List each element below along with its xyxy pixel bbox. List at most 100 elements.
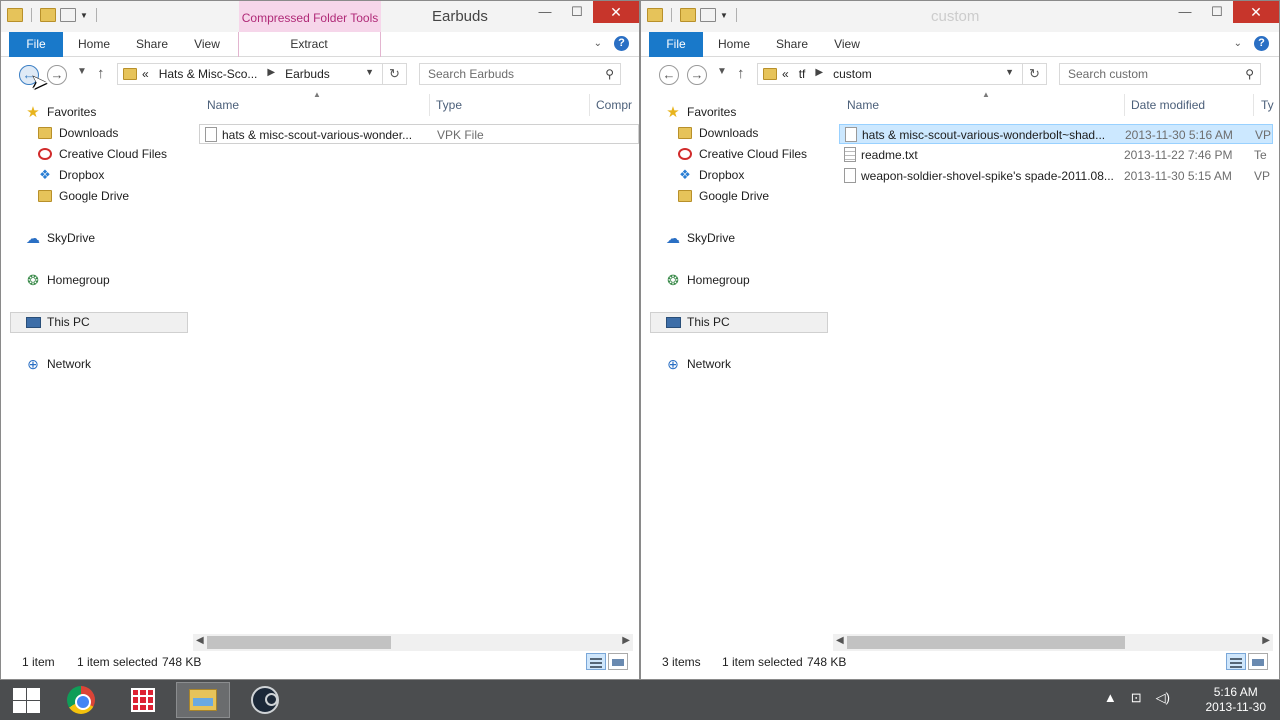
recent-locations-icon[interactable]: ▼ (717, 66, 727, 77)
search-icon[interactable]: ⚲ (1245, 67, 1254, 81)
search-box[interactable]: ⚲ (419, 63, 621, 85)
nav-network[interactable]: ⊕ Network (665, 354, 731, 374)
scrollbar-thumb[interactable] (847, 636, 1125, 649)
breadcrumb-tf[interactable]: tf (799, 67, 806, 81)
new-folder-icon[interactable] (700, 8, 716, 22)
minimize-button[interactable]: — (529, 1, 561, 23)
search-input[interactable] (420, 64, 590, 84)
network-status-icon[interactable]: ⊡ (1131, 690, 1142, 706)
nav-dropbox[interactable]: ❖ Dropbox (677, 165, 744, 185)
start-button[interactable] (0, 682, 54, 718)
file-explorer-taskbar-button[interactable] (176, 682, 230, 718)
column-name[interactable]: Name (847, 98, 879, 112)
forward-button[interactable]: → (687, 65, 707, 85)
file-row[interactable]: hats & misc-scout-various-wonderbolt~sha… (839, 124, 1273, 144)
tab-view[interactable]: View (829, 32, 865, 57)
nav-network[interactable]: ⊕ Network (25, 354, 91, 374)
scroll-left-icon[interactable]: ◀ (196, 635, 204, 646)
nav-homegroup[interactable]: ❂ Homegroup (665, 270, 750, 290)
large-icons-view-button[interactable] (608, 653, 628, 670)
scrollbar-thumb[interactable] (207, 636, 391, 649)
show-hidden-icons-icon[interactable]: ▲ (1104, 690, 1117, 706)
volume-icon[interactable]: ◁) (1156, 690, 1170, 706)
chevron-down-icon[interactable]: ▼ (80, 11, 88, 20)
column-date-modified[interactable]: Date modified (1131, 98, 1205, 112)
chevron-down-icon[interactable]: ▼ (720, 11, 728, 20)
up-button[interactable]: ↑ (737, 65, 745, 82)
nav-this-pc[interactable]: This PC (25, 312, 90, 332)
tab-home[interactable]: Home (714, 32, 754, 57)
nav-this-pc[interactable]: This PC (665, 312, 730, 332)
properties-icon[interactable] (40, 8, 56, 22)
nav-google-drive[interactable]: Google Drive (37, 186, 129, 206)
help-icon[interactable]: ? (614, 36, 629, 51)
maximize-button[interactable]: ☐ (561, 1, 593, 23)
nav-skydrive[interactable]: ☁ SkyDrive (25, 228, 95, 248)
up-button[interactable]: ↑ (97, 65, 105, 82)
nav-favorites[interactable]: ★ Favorites (25, 102, 96, 122)
horizontal-scrollbar[interactable]: ◀ ▶ (193, 634, 633, 651)
chevron-right-icon[interactable]: ▶ (267, 67, 275, 81)
tab-file[interactable]: File (649, 32, 703, 57)
maximize-button[interactable]: ☐ (1201, 1, 1233, 23)
tab-share[interactable]: Share (131, 32, 173, 57)
nav-downloads[interactable]: Downloads (677, 123, 758, 143)
chevron-right-icon[interactable]: ▶ (815, 67, 823, 81)
chevron-down-icon[interactable]: ▼ (365, 67, 374, 77)
column-type[interactable]: Type (436, 98, 462, 112)
compressed-folder-tools-tab[interactable]: Compressed Folder Tools (239, 1, 381, 32)
back-button[interactable]: ← (659, 65, 679, 85)
breadcrumb-overflow[interactable]: « (782, 67, 789, 81)
details-view-button[interactable] (586, 653, 606, 670)
breadcrumb-earbuds[interactable]: Earbuds (285, 67, 330, 81)
expand-ribbon-icon[interactable]: ⌄ (1234, 38, 1242, 49)
tab-extract[interactable]: Extract (281, 32, 337, 57)
apps-taskbar-button[interactable] (116, 682, 170, 718)
column-compressed[interactable]: Compr (596, 98, 632, 112)
horizontal-scrollbar[interactable]: ◀ ▶ (833, 634, 1273, 651)
forward-button[interactable]: → (47, 65, 67, 85)
nav-google-drive[interactable]: Google Drive (677, 186, 769, 206)
expand-ribbon-icon[interactable]: ⌄ (594, 38, 602, 49)
search-input[interactable] (1060, 64, 1230, 84)
close-button[interactable]: ✕ (1233, 1, 1279, 23)
address-bar[interactable]: « tf ▶ custom ▼ ↻ (757, 63, 1047, 85)
refresh-icon[interactable]: ↻ (382, 64, 406, 84)
file-row[interactable]: weapon-soldier-shovel-spike's spade-2011… (839, 166, 1273, 186)
nav-dropbox[interactable]: ❖ Dropbox (37, 165, 104, 185)
column-name[interactable]: Name (207, 98, 239, 112)
nav-downloads[interactable]: Downloads (37, 123, 118, 143)
chrome-taskbar-button[interactable] (54, 682, 108, 718)
details-view-button[interactable] (1226, 653, 1246, 670)
nav-favorites[interactable]: ★ Favorites (665, 102, 736, 122)
scroll-right-icon[interactable]: ▶ (1262, 635, 1270, 646)
column-type[interactable]: Ty (1261, 98, 1274, 112)
scroll-right-icon[interactable]: ▶ (622, 635, 630, 646)
search-box[interactable]: ⚲ (1059, 63, 1261, 85)
tab-file[interactable]: File (9, 32, 63, 57)
tab-view[interactable]: View (189, 32, 225, 57)
nav-creative-cloud[interactable]: Creative Cloud Files (677, 144, 807, 164)
minimize-button[interactable]: — (1169, 1, 1201, 23)
nav-creative-cloud[interactable]: Creative Cloud Files (37, 144, 167, 164)
new-folder-icon[interactable] (60, 8, 76, 22)
chevron-down-icon[interactable]: ▼ (1005, 67, 1014, 77)
refresh-icon[interactable]: ↻ (1022, 64, 1046, 84)
close-button[interactable]: ✕ (593, 1, 639, 23)
file-row[interactable]: readme.txt 2013-11-22 7:46 PM Te (839, 145, 1273, 165)
nav-homegroup[interactable]: ❂ Homegroup (25, 270, 110, 290)
tab-home[interactable]: Home (74, 32, 114, 57)
system-clock[interactable]: 5:16 AM 2013-11-30 (1206, 685, 1267, 715)
properties-icon[interactable] (680, 8, 696, 22)
file-row[interactable]: hats & misc-scout-various-wonder... VPK … (199, 124, 639, 144)
breadcrumb-overflow[interactable]: « (142, 67, 149, 81)
nav-skydrive[interactable]: ☁ SkyDrive (665, 228, 735, 248)
address-bar[interactable]: « Hats & Misc-Sco... ▶ Earbuds ▼ ↻ (117, 63, 407, 85)
large-icons-view-button[interactable] (1248, 653, 1268, 670)
breadcrumb-hats[interactable]: Hats & Misc-Sco... (159, 67, 258, 81)
steam-taskbar-button[interactable] (238, 682, 292, 718)
tab-share[interactable]: Share (771, 32, 813, 57)
scroll-left-icon[interactable]: ◀ (836, 635, 844, 646)
search-icon[interactable]: ⚲ (605, 67, 614, 81)
help-icon[interactable]: ? (1254, 36, 1269, 51)
